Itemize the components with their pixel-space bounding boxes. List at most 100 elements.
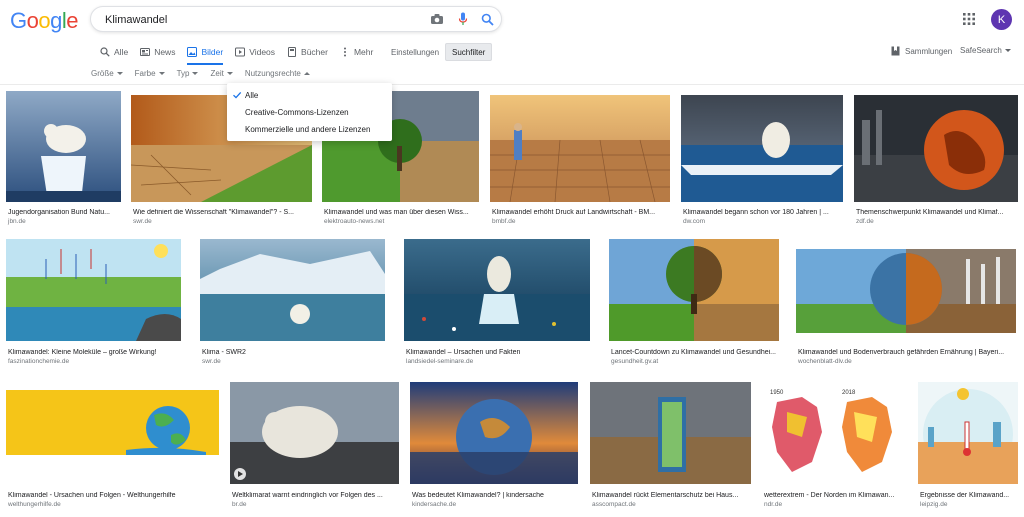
result-caption[interactable]: Klimawandel: Kleine Moleküle – große Wir… bbox=[8, 349, 180, 356]
result-source[interactable]: landsiedel-seminare.de bbox=[406, 358, 473, 365]
result-caption[interactable]: Klimawandel rückt Elementarschutz bei Ha… bbox=[592, 492, 750, 499]
result-source[interactable]: ndr.de bbox=[764, 501, 782, 508]
result-thumbnail[interactable] bbox=[490, 95, 670, 202]
tab-label: News bbox=[154, 47, 176, 57]
tab-alle[interactable]: Alle bbox=[100, 42, 128, 62]
chevron-down-icon bbox=[226, 71, 233, 75]
search-tabs: Alle News Bilder Videos Bücher Mehr bbox=[100, 42, 385, 65]
result-caption[interactable]: Klimawandel und Bodenverbrauch gefährden… bbox=[798, 349, 1014, 356]
result-caption[interactable]: Klima - SWR2 bbox=[202, 349, 384, 356]
result-card[interactable]: Weltklimarat warnt eindringlich vor Folg… bbox=[230, 382, 399, 515]
filter-time[interactable]: Zeit bbox=[210, 67, 233, 79]
chevron-down-icon bbox=[158, 71, 165, 75]
book-icon bbox=[287, 47, 297, 57]
result-card[interactable]: 1950 2018 wetterextrem - Der Norden im Kl… bbox=[762, 382, 907, 515]
check-icon bbox=[232, 90, 242, 100]
result-caption[interactable]: Klimawandel - Ursachen und Folgen - Welt… bbox=[8, 492, 218, 499]
tab-mehr[interactable]: Mehr bbox=[340, 42, 373, 62]
news-icon bbox=[140, 47, 151, 57]
result-caption[interactable]: Was bedeutet Klimawandel? | kindersache bbox=[412, 492, 577, 499]
result-source[interactable]: leipzig.de bbox=[920, 501, 947, 508]
result-thumbnail[interactable] bbox=[6, 239, 181, 341]
result-source[interactable]: asscompact.de bbox=[592, 501, 636, 508]
result-card[interactable]: Jugendorganisation Bund Natu... jbn.de bbox=[6, 91, 121, 231]
result-thumbnail[interactable] bbox=[230, 382, 399, 484]
result-thumbnail[interactable] bbox=[590, 382, 751, 484]
tab-news[interactable]: News bbox=[140, 42, 175, 62]
result-caption[interactable]: Ergebnisse der Klimawand... bbox=[920, 492, 1018, 499]
result-card[interactable]: Was bedeutet Klimawandel? | kindersache … bbox=[410, 382, 578, 515]
result-thumbnail[interactable] bbox=[410, 382, 578, 484]
filter-color[interactable]: Farbe bbox=[135, 67, 165, 79]
result-source[interactable]: wochenblatt-dlv.de bbox=[798, 358, 852, 365]
search-filter-button[interactable]: Suchfilter bbox=[445, 43, 493, 61]
filter-size[interactable]: Größe bbox=[91, 67, 123, 79]
result-source[interactable]: swr.de bbox=[202, 358, 221, 365]
result-source[interactable]: zdf.de bbox=[856, 218, 874, 225]
result-card[interactable]: Klimawandel – Ursachen und Fakten landsi… bbox=[404, 239, 590, 369]
result-caption[interactable]: wetterextrem - Der Norden im Klimawan... bbox=[764, 492, 906, 499]
result-thumbnail[interactable] bbox=[200, 239, 385, 341]
result-source[interactable]: gesundheit.gv.at bbox=[611, 358, 658, 365]
result-source[interactable]: welthungerhilfe.de bbox=[8, 501, 61, 508]
result-thumbnail[interactable] bbox=[918, 382, 1018, 484]
result-card[interactable]: Ergebnisse der Klimawand... leipzig.de bbox=[918, 382, 1018, 515]
result-thumbnail[interactable]: 1950 2018 bbox=[762, 382, 907, 484]
result-source[interactable]: jbn.de bbox=[8, 218, 26, 225]
result-card[interactable]: Klimawandel erhöht Druck auf Landwirtsch… bbox=[490, 95, 670, 231]
result-thumbnail[interactable] bbox=[404, 239, 590, 341]
result-card[interactable]: Lancet-Countdown zu Klimawandel und Gesu… bbox=[609, 239, 779, 369]
apps-grid-icon[interactable] bbox=[963, 12, 979, 28]
result-thumbnail[interactable] bbox=[681, 95, 843, 202]
result-caption[interactable]: Klimawandel und was man über diesen Wiss… bbox=[324, 209, 478, 216]
menu-item-creative-commons[interactable]: Creative-Commons-Lizenzen bbox=[227, 104, 392, 121]
result-card[interactable]: Klimawandel rückt Elementarschutz bei Ha… bbox=[590, 382, 751, 515]
settings-button[interactable]: Einstellungen bbox=[385, 43, 445, 61]
microphone-icon[interactable] bbox=[455, 11, 471, 27]
tab-label: Bücher bbox=[301, 47, 328, 57]
result-card[interactable]: Klimawandel: Kleine Moleküle – große Wir… bbox=[6, 239, 181, 369]
result-card[interactable]: Klima - SWR2 swr.de bbox=[200, 239, 385, 369]
result-source[interactable]: dw.com bbox=[683, 218, 705, 225]
image-icon bbox=[187, 47, 198, 57]
result-source[interactable]: kindersache.de bbox=[412, 501, 456, 508]
account-avatar[interactable]: K bbox=[991, 9, 1012, 30]
google-logo[interactable]: Google bbox=[10, 8, 79, 34]
result-thumbnail[interactable] bbox=[609, 239, 779, 341]
result-source[interactable]: bmbf.de bbox=[492, 218, 516, 225]
result-caption[interactable]: Themenschwerpunkt Klimawandel und Klimaf… bbox=[856, 209, 1017, 216]
tab-videos[interactable]: Videos bbox=[235, 42, 275, 62]
result-caption[interactable]: Jugendorganisation Bund Natu... bbox=[8, 209, 120, 216]
result-source[interactable]: faszinationchemie.de bbox=[8, 358, 69, 365]
filter-usage-rights[interactable]: Nutzungsrechte bbox=[245, 67, 310, 79]
result-card[interactable]: Klimawandel begann schon vor 180 Jahren … bbox=[681, 95, 843, 231]
result-card[interactable]: Klimawandel und Bodenverbrauch gefährden… bbox=[796, 249, 1016, 369]
camera-icon[interactable] bbox=[429, 11, 445, 27]
result-caption[interactable]: Klimawandel begann schon vor 180 Jahren … bbox=[683, 209, 842, 216]
search-icon[interactable] bbox=[479, 11, 495, 27]
tab-bilder[interactable]: Bilder bbox=[187, 42, 223, 65]
result-thumbnail[interactable] bbox=[796, 249, 1016, 333]
result-thumbnail[interactable] bbox=[6, 91, 121, 202]
result-caption[interactable]: Klimawandel – Ursachen und Fakten bbox=[406, 349, 589, 356]
collections-link[interactable]: Sammlungen bbox=[891, 46, 952, 56]
result-caption[interactable]: Klimawandel erhöht Druck auf Landwirtsch… bbox=[492, 209, 669, 216]
result-caption[interactable]: Lancet-Countdown zu Klimawandel und Gesu… bbox=[611, 349, 778, 356]
logo-letter: g bbox=[50, 8, 62, 33]
menu-item-commercial[interactable]: Kommerzielle und andere Lizenzen bbox=[227, 121, 392, 138]
header-divider bbox=[0, 84, 1024, 85]
result-caption[interactable]: Weltklimarat warnt eindringlich vor Folg… bbox=[232, 492, 398, 499]
result-thumbnail[interactable] bbox=[854, 95, 1018, 202]
result-caption[interactable]: Wie definiert die Wissenschaft "Klimawan… bbox=[133, 209, 311, 216]
safesearch-dropdown[interactable]: SafeSearch bbox=[960, 46, 1011, 55]
result-thumbnail[interactable] bbox=[6, 390, 219, 455]
search-input[interactable] bbox=[105, 11, 405, 29]
result-card[interactable]: Klimawandel - Ursachen und Folgen - Welt… bbox=[6, 390, 219, 515]
result-card[interactable]: Themenschwerpunkt Klimawandel und Klimaf… bbox=[854, 95, 1018, 231]
result-source[interactable]: elektroauto-news.net bbox=[324, 218, 384, 225]
filter-type[interactable]: Typ bbox=[177, 67, 199, 79]
result-source[interactable]: br.de bbox=[232, 501, 246, 508]
menu-item-all[interactable]: Alle bbox=[227, 87, 392, 104]
tab-buecher[interactable]: Bücher bbox=[287, 42, 328, 62]
result-source[interactable]: swr.de bbox=[133, 218, 152, 225]
